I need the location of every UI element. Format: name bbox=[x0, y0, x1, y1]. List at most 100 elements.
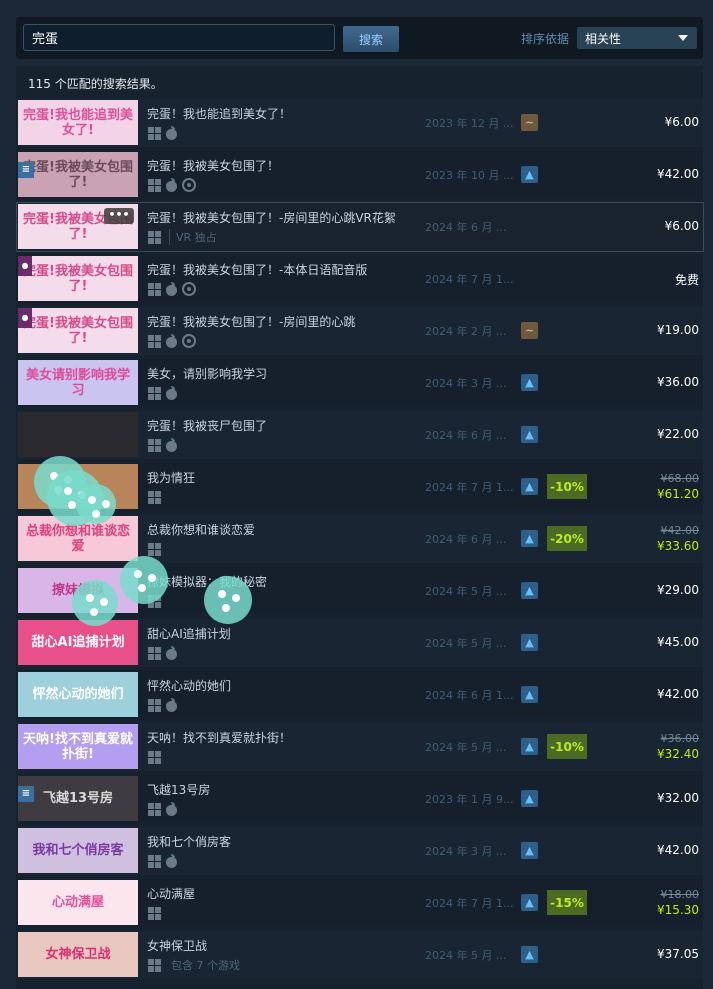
game-title[interactable]: 怦然心动的她们 bbox=[147, 677, 231, 694]
mixed-review-icon[interactable]: ~ bbox=[521, 114, 538, 131]
mixed-review-icon[interactable]: ~ bbox=[521, 322, 538, 339]
original-price: ¥36.00 bbox=[660, 732, 700, 745]
result-row[interactable]: 怦然心动的她们 怦然心动的她们 2024 年 6 月 1... ▲ ¥42.00 bbox=[17, 671, 703, 719]
game-capsule-image: 完蛋!我也能追到美女了! bbox=[18, 100, 138, 145]
result-row[interactable]: 心动满屋 心动满屋 2024 年 7 月 1... ▲ -15% ¥18.00 ¥15.30 bbox=[17, 879, 703, 927]
release-date: 2024 年 6 月 ... bbox=[425, 429, 507, 442]
dlc-ribbon-icon: ● bbox=[18, 256, 32, 276]
release-date: 2024 年 5 月 ... bbox=[425, 637, 507, 650]
release-date: 2024 年 5 月 ... bbox=[425, 585, 507, 598]
apple-icon bbox=[165, 178, 178, 192]
result-row[interactable]: 总裁你想和谁谈恋爱 总裁你想和谁谈恋爱 2024 年 6 月 ... ▲ -20% ¥42… bbox=[17, 515, 703, 563]
windows-icon bbox=[148, 542, 161, 556]
capsule-logo-text: 美女请别影响我学习 bbox=[25, 367, 130, 398]
game-title[interactable]: 心动满屋 bbox=[147, 885, 195, 902]
final-price: ¥42.00 bbox=[657, 843, 699, 857]
game-title[interactable]: 美女，请别影响我学习 bbox=[147, 365, 267, 382]
capsule-logo-text: 总裁你想和谁谈恋爱 bbox=[25, 523, 130, 554]
platform-icons bbox=[148, 906, 161, 920]
release-date: 2024 年 3 月 ... bbox=[425, 845, 507, 858]
result-row[interactable]: 甜心AI追捕计划 甜心AI追捕计划 2024 年 5 月 ... ▲ ¥45.00 bbox=[17, 619, 703, 667]
platform-note: VR 独占 bbox=[169, 229, 217, 245]
game-title[interactable]: 完蛋！我被美女包围了！-房间里的心跳VR花絮 bbox=[147, 209, 396, 226]
game-title[interactable]: 撩妹模拟器：我的秘密 bbox=[147, 573, 267, 590]
windows-icon bbox=[148, 750, 161, 764]
release-date: 2024 年 6 月 ... bbox=[425, 221, 507, 234]
steamos-icon bbox=[182, 334, 196, 348]
thumbs-up-review-icon[interactable]: ▲ bbox=[521, 634, 538, 651]
results-list: 完蛋!我也能追到美女了! 完蛋！我也能追到美女了！ 2023 年 12 月 ... ~… bbox=[16, 99, 704, 983]
windows-icon bbox=[148, 386, 161, 400]
game-title[interactable]: 飞越13号房 bbox=[147, 781, 210, 798]
windows-icon bbox=[148, 438, 161, 452]
original-price: ¥68.00 bbox=[660, 472, 700, 485]
capsule-logo-text: 完蛋!我也能追到美女了! bbox=[23, 107, 133, 138]
thumbs-up-review-icon[interactable]: ▲ bbox=[521, 478, 538, 495]
game-capsule-image: 完蛋!我被美女包围了! ••• bbox=[18, 204, 138, 249]
final-price: ¥19.00 bbox=[657, 323, 699, 337]
game-title[interactable]: 完蛋！我被美女包围了！ bbox=[147, 157, 279, 174]
result-row[interactable]: 我为情狂 2024 年 7 月 1... ▲ -10% ¥68.00 ¥61.20 bbox=[17, 463, 703, 511]
game-title[interactable]: 完蛋！我也能追到美女了！ bbox=[147, 105, 291, 122]
apple-icon bbox=[165, 646, 178, 660]
game-title[interactable]: 我和七个俏房客 bbox=[147, 833, 231, 850]
apple-icon bbox=[165, 334, 178, 348]
results-panel: 115 个匹配的搜索结果。 完蛋!我也能追到美女了! 完蛋！我也能追到美女了！ 20… bbox=[16, 66, 704, 989]
result-row[interactable]: 完蛋!我也能追到美女了! 完蛋！我也能追到美女了！ 2023 年 12 月 ... ~… bbox=[17, 99, 703, 147]
release-date: 2024 年 3 月 ... bbox=[425, 377, 507, 390]
platform-icons: 包含 7 个游戏 bbox=[148, 958, 240, 972]
game-capsule-image: 飞越13号房 ≡ bbox=[18, 776, 138, 821]
windows-icon bbox=[148, 958, 161, 972]
game-title[interactable]: 完蛋！我被丧尸包围了 bbox=[147, 417, 267, 434]
thumbs-up-review-icon[interactable]: ▲ bbox=[521, 374, 538, 391]
thumbs-up-review-icon[interactable]: ▲ bbox=[521, 894, 538, 911]
thumbs-up-review-icon[interactable]: ▲ bbox=[521, 790, 538, 807]
sort-dropdown[interactable]: 相关性 bbox=[577, 27, 697, 49]
game-title[interactable]: 完蛋！我被美女包围了！-本体日语配音版 bbox=[147, 261, 367, 278]
final-price: 免费 bbox=[674, 273, 699, 287]
game-capsule-image: 甜心AI追捕计划 bbox=[18, 620, 138, 665]
thumbs-up-review-icon[interactable]: ▲ bbox=[521, 842, 538, 859]
result-row[interactable]: 女神保卫战 女神保卫战 包含 7 个游戏 2024 年 5 月 ... ▲ ¥37.05 bbox=[17, 931, 703, 979]
result-row[interactable]: 飞越13号房 ≡ 飞越13号房 2023 年 1 月 9... ▲ ¥32.00 bbox=[17, 775, 703, 823]
windows-icon bbox=[148, 646, 161, 660]
windows-icon bbox=[148, 178, 161, 192]
final-price: ¥42.00 bbox=[657, 687, 699, 701]
apple-icon bbox=[165, 854, 178, 868]
game-title[interactable]: 天呐！找不到真爱就扑街！ bbox=[147, 729, 291, 746]
search-button[interactable]: 搜索 bbox=[343, 26, 399, 52]
apple-icon bbox=[165, 126, 178, 140]
game-title[interactable]: 女神保卫战 bbox=[147, 937, 207, 954]
release-date: 2024 年 2 月 ... bbox=[425, 325, 507, 338]
result-row[interactable]: 天呐!找不到真爱就扑街! 天呐！找不到真爱就扑街！ 2024 年 5 月 ... ▲ -… bbox=[17, 723, 703, 771]
result-row[interactable]: 美女请别影响我学习 美女，请别影响我学习 2024 年 3 月 ... ▲ ¥36.00 bbox=[17, 359, 703, 407]
thumbs-up-review-icon[interactable]: ▲ bbox=[521, 946, 538, 963]
game-title[interactable]: 我为情狂 bbox=[147, 469, 195, 486]
thumbs-up-review-icon[interactable]: ▲ bbox=[521, 530, 538, 547]
platform-icons bbox=[148, 854, 178, 868]
game-capsule-image: 撩妹模拟 bbox=[18, 568, 138, 613]
game-title[interactable]: 完蛋！我被美女包围了！-房间里的心跳 bbox=[147, 313, 355, 330]
result-row[interactable]: 完蛋！我被丧尸包围了 2024 年 6 月 ... ▲ ¥22.00 bbox=[17, 411, 703, 459]
capsule-logo-text: 完蛋!我被美女包围了! bbox=[23, 263, 133, 294]
game-capsule-image: 完蛋!我被美女包围了! ● bbox=[18, 256, 138, 301]
result-row[interactable]: 完蛋!我被美女包围了! ● 完蛋！我被美女包围了！-本体日语配音版 2024 年 7 … bbox=[17, 255, 703, 303]
result-row[interactable]: 我和七个俏房客 我和七个俏房客 2024 年 3 月 ... ▲ ¥42.00 bbox=[17, 827, 703, 875]
capsule-logo-text: 撩妹模拟 bbox=[51, 583, 104, 598]
result-row[interactable]: 完蛋!我被美女包围了! ≡ 完蛋！我被美女包围了！ 2023 年 10 月 ... ▲ ¥… bbox=[17, 151, 703, 199]
thumbs-up-review-icon[interactable]: ▲ bbox=[521, 426, 538, 443]
thumbs-up-review-icon[interactable]: ▲ bbox=[521, 738, 538, 755]
thumbs-up-review-icon[interactable]: ▲ bbox=[521, 582, 538, 599]
result-row[interactable]: 完蛋!我被美女包围了! ••• 完蛋！我被美女包围了！-房间里的心跳VR花絮 VR 独… bbox=[16, 202, 704, 252]
platform-icons bbox=[148, 438, 178, 452]
search-input[interactable] bbox=[23, 24, 335, 51]
thumbs-up-review-icon[interactable]: ▲ bbox=[521, 686, 538, 703]
thumbs-up-review-icon[interactable]: ▲ bbox=[521, 166, 538, 183]
game-title[interactable]: 总裁你想和谁谈恋爱 bbox=[147, 521, 255, 538]
sort-label: 排序依据 bbox=[521, 32, 570, 46]
result-row[interactable]: 完蛋!我被美女包围了! ● 完蛋！我被美女包围了！-房间里的心跳 2024 年 2 月… bbox=[17, 307, 703, 355]
platform-icons bbox=[148, 126, 178, 140]
more-options-icon[interactable]: ••• bbox=[104, 208, 134, 224]
result-row[interactable]: 撩妹模拟 撩妹模拟器：我的秘密 2024 年 5 月 ... ▲ ¥29.00 bbox=[17, 567, 703, 615]
game-title[interactable]: 甜心AI追捕计划 bbox=[147, 625, 231, 642]
